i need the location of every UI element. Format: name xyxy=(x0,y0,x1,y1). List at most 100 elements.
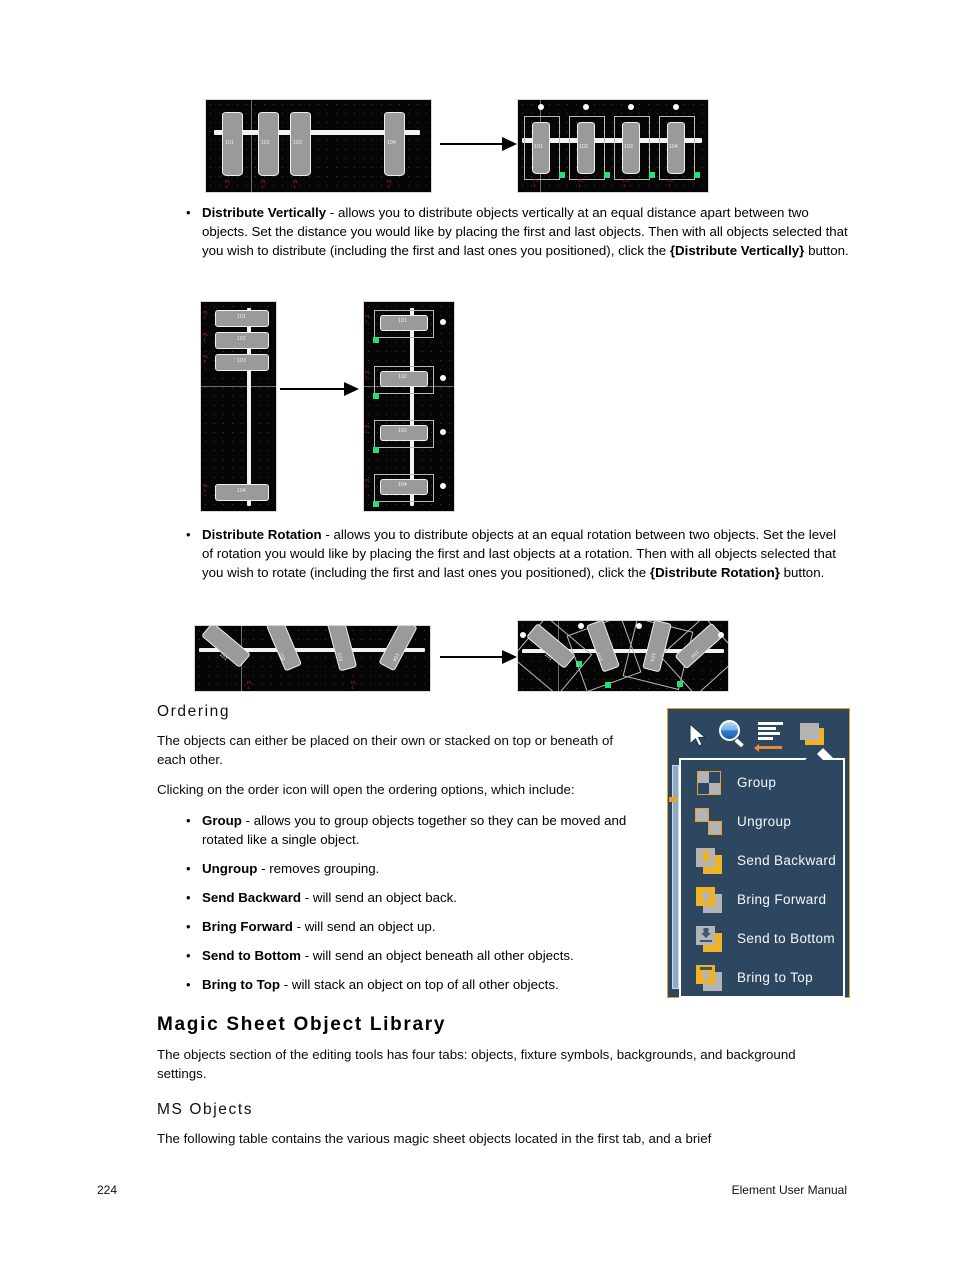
fixture-sub-label: PL 1 xyxy=(365,478,371,488)
bullet-marker: • xyxy=(186,919,191,934)
menu-item-label: Send to Bottom xyxy=(737,931,835,946)
selection-handle[interactable] xyxy=(373,337,379,343)
rotation-handle[interactable] xyxy=(578,623,584,629)
fixture-channel-label: 101 xyxy=(237,314,246,320)
fixture-sub-label: PL 1 xyxy=(623,178,629,188)
fixture-sub-label: PL 1 xyxy=(261,179,267,189)
fixture-sub-label: PL 1 xyxy=(203,354,209,364)
bullet-text-end: button. xyxy=(779,565,825,581)
rotation-handle[interactable] xyxy=(440,483,446,489)
menu-item-label: Send Backward xyxy=(737,853,837,868)
selection-handle[interactable] xyxy=(373,501,379,507)
rotation-handle[interactable] xyxy=(718,632,724,638)
ordering-item-send-to-bottom: • Send to Bottom - will send an object b… xyxy=(186,946,656,965)
ordering-dropdown-menu: Group Ungroup Send Backward Bring Forwar… xyxy=(679,751,845,998)
fixture-channel-label: 102 xyxy=(261,140,270,146)
panel-scroll-marker xyxy=(669,797,677,802)
menu-item-send-to-bottom[interactable]: Send to Bottom xyxy=(681,919,843,958)
cursor-icon[interactable] xyxy=(678,719,712,751)
magic-sheet-paragraph: The objects section of the editing tools… xyxy=(157,1047,796,1081)
ordering-item-bring-forward: • Bring Forward - will send an object up… xyxy=(186,917,641,936)
bullet-marker: • xyxy=(186,527,191,542)
fixture-channel-label: 103 xyxy=(237,358,246,364)
selection-handle[interactable] xyxy=(373,447,379,453)
fixture-sub-label: PL 1 xyxy=(387,179,393,189)
dropdown-notch xyxy=(805,751,823,760)
manual-title: Element User Manual xyxy=(731,1183,847,1197)
page-number: 224 xyxy=(97,1183,118,1197)
rotation-handle[interactable] xyxy=(440,319,446,325)
menu-item-ungroup[interactable]: Ungroup xyxy=(681,802,843,841)
figure-horizontal-before: 101 PL 1 102 PL 1 103 PL 1 104 PL 1 xyxy=(205,99,432,193)
fixture-sub-label: PL 1 xyxy=(365,370,371,380)
rotation-handle[interactable] xyxy=(440,375,446,381)
term-bring-forward: Bring Forward xyxy=(202,919,293,934)
ungroup-icon xyxy=(695,807,723,836)
desc-send-backward: - will send an object back. xyxy=(301,890,457,905)
fixture-sub-label: PL 1 xyxy=(293,179,299,189)
selection-handle[interactable] xyxy=(605,682,611,688)
menu-item-label: Ungroup xyxy=(737,814,792,829)
selection-handle[interactable] xyxy=(373,393,379,399)
menu-item-send-backward[interactable]: Send Backward xyxy=(681,841,843,880)
rotation-handle[interactable] xyxy=(628,104,634,110)
magnifier-icon[interactable] xyxy=(716,719,750,751)
fixture-sub-label: PL 1 xyxy=(533,178,539,188)
fixture-sub-label: PL 1 xyxy=(247,680,253,690)
menu-item-label: Bring Forward xyxy=(737,892,827,907)
rotation-handle[interactable] xyxy=(583,104,589,110)
fixture-sub-label: PL 1 xyxy=(225,179,231,189)
transform-arrow xyxy=(280,382,360,396)
selection-handle[interactable] xyxy=(604,172,610,178)
heading-ordering: Ordering xyxy=(157,703,231,720)
menu-item-bring-to-top[interactable]: Bring to Top xyxy=(681,958,843,997)
fixture-sub-label: PL 1 xyxy=(203,483,209,493)
selection-handle[interactable] xyxy=(649,172,655,178)
bullet-marker: • xyxy=(186,813,191,828)
manual-page: 101 PL 1 102 PL 1 103 PL 1 104 PL 1 101 PL 1 … xyxy=(0,0,954,1272)
fixture-sub-label: PL 1 xyxy=(203,310,209,320)
fixture-channel-label: 104 xyxy=(669,144,678,150)
ordering-item-group: • Group - allows you to group objects to… xyxy=(186,811,641,849)
bullet-marker: • xyxy=(186,890,191,905)
rotation-handle[interactable] xyxy=(538,104,544,110)
send-to-bottom-icon xyxy=(695,925,723,953)
menu-item-bring-forward[interactable]: Bring Forward xyxy=(681,880,843,919)
bullet-distribute-rotation: • Distribute Rotation - allows you to di… xyxy=(186,525,841,583)
bullet-distribute-vertically: • Distribute Vertically - allows you to … xyxy=(186,203,856,261)
rotation-handle[interactable] xyxy=(440,429,446,435)
ms-objects-paragraph: The following table contains the various… xyxy=(157,1131,712,1146)
ordering-item-bring-to-top: • Bring to Top - will stack an object on… xyxy=(186,975,656,994)
selection-handle[interactable] xyxy=(694,172,700,178)
fixture-channel-label: 103 xyxy=(398,428,407,434)
fixture-sub-label: PL 1 xyxy=(668,178,674,188)
fixture-channel-label: 104 xyxy=(387,140,396,146)
rotation-handle[interactable] xyxy=(673,104,679,110)
desc-ungroup: - removes grouping. xyxy=(257,861,380,876)
fixture-channel-label: 102 xyxy=(579,144,588,150)
order-icon[interactable] xyxy=(798,719,832,751)
fixture-channel-label: 104 xyxy=(398,482,407,488)
bullet-marker: • xyxy=(186,948,191,963)
fixture-channel-label: 101 xyxy=(225,140,234,146)
bullet-marker: • xyxy=(186,977,191,992)
rotation-handle[interactable] xyxy=(636,623,642,629)
align-icon[interactable] xyxy=(754,719,790,752)
transform-arrow xyxy=(440,650,518,664)
term-send-to-bottom: Send to Bottom xyxy=(202,948,301,963)
rotation-handle[interactable] xyxy=(520,632,526,638)
selection-handle[interactable] xyxy=(559,172,565,178)
menu-item-group[interactable]: Group xyxy=(681,763,843,802)
button-ref-distribute-rotation: {Distribute Rotation} xyxy=(649,565,780,581)
selection-handle[interactable] xyxy=(677,681,683,687)
fixture-sub-label: PL 1 xyxy=(203,332,209,342)
fixture-sub-label: PL 1 xyxy=(365,314,371,324)
fixture-channel-label: 101 xyxy=(534,144,543,150)
ordering-lead-in: Clicking on the order icon will open the… xyxy=(157,782,575,797)
bring-forward-icon xyxy=(695,886,723,914)
fixture-channel-label: 103 xyxy=(624,144,633,150)
fixture-channel-label: 104 xyxy=(237,488,246,494)
term-distribute-rotation: Distribute Rotation xyxy=(202,527,322,542)
bring-to-top-icon xyxy=(695,964,723,992)
menu-item-label: Group xyxy=(737,775,777,790)
